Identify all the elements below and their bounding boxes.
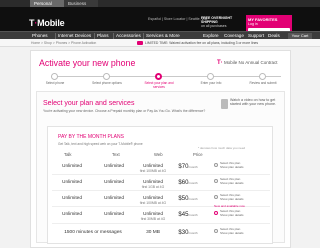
breadcrumb-bar: Home > Shop > Phones > Phone Activation … [0, 39, 320, 47]
promo-alert[interactable]: LIMITED TIME: Waived activation fee on a… [145, 40, 258, 46]
table-row: New and available now Unlimited Unlimite… [52, 204, 270, 224]
watch-video-link[interactable]: Watch a video on how to get started with… [230, 98, 282, 106]
plan-radio[interactable] [214, 179, 218, 183]
price-unit: /month [188, 213, 198, 217]
popular-badge: New and available now [214, 204, 245, 208]
main-nav: Phones Internet Devices Plans Accessorie… [0, 31, 320, 39]
utility-links[interactable]: Español | Store Locator | Seattle, WA [148, 17, 207, 21]
no-contract-label: No Annual Contract [238, 60, 278, 65]
talk-cell: Unlimited [62, 164, 82, 169]
table-row: Unlimited Unlimited Unlimited first 1GB … [52, 176, 270, 191]
price-value: $60 [178, 180, 189, 186]
text-cell: Unlimited [104, 164, 124, 169]
price-value: $50 [178, 196, 189, 202]
select-plan-label[interactable]: Select this plan Show plan details [220, 227, 244, 235]
plan-radio[interactable] [214, 195, 218, 199]
brand-mark: T· [217, 60, 223, 66]
plans-heading: PAY BY THE MONTH PLANS [58, 134, 124, 140]
col-talk: Talk [64, 152, 72, 157]
step-dot-3-active [155, 73, 162, 80]
talk-cell: Unlimited [62, 196, 82, 201]
brand-tagline: T· Mobile No Annual Contract [217, 60, 278, 66]
step-label-3: Select your plan and services [144, 81, 174, 89]
web-value: 30 MB [146, 230, 160, 235]
page-title: Activate your new phone [39, 58, 136, 68]
promo-title: FREE OVERNIGHT SHIPPING [201, 16, 233, 25]
free-shipping-promo: FREE OVERNIGHT SHIPPING on all purchases [201, 16, 243, 32]
table-row: Unlimited Unlimited Unlimited first 100M… [52, 160, 270, 175]
step-label-2: Select phone options [92, 81, 122, 85]
top-strip: Personal Business [0, 0, 320, 7]
select-plan-title: Select your plan and services [43, 100, 135, 107]
step-label-5: Review and submit [249, 81, 277, 85]
activation-panel: Activate your new phone T· Mobile No Ann… [30, 50, 291, 248]
breadcrumb[interactable]: Home > Shop > Phones > Phone Activation [31, 40, 96, 46]
tab-business[interactable]: Business [64, 0, 98, 7]
plan-radio[interactable] [214, 229, 218, 233]
text-cell: Unlimited [104, 180, 124, 185]
tmobile-logo[interactable]: T·Mobile [29, 18, 65, 28]
price-unit: /month [188, 181, 198, 185]
col-price: Price [193, 152, 203, 157]
col-web: Web [154, 152, 163, 157]
price-value: $70 [178, 164, 189, 170]
step-label-4: Enter your info [200, 81, 222, 85]
talk-cell: Unlimited [62, 212, 82, 217]
price-cell: $45/month [166, 212, 210, 218]
progress-line [51, 76, 281, 77]
step-label-1: Select phone [45, 81, 65, 85]
price-value: $30 [178, 230, 189, 236]
price-cell: $30/month [166, 230, 210, 236]
my-favorites-login[interactable]: Log in [248, 22, 258, 26]
price-unit: /month [188, 165, 198, 169]
price-cell: $50/month [166, 196, 210, 202]
step-dot-1 [51, 73, 58, 80]
text-cell: Unlimited [104, 212, 124, 217]
tab-personal[interactable]: Personal [30, 0, 64, 7]
table-row: 1500 minutes or messages 30 MB $30/month… [52, 226, 270, 243]
select-plan-label[interactable]: Select this plan Show plan details [220, 193, 244, 201]
price-cell: $60/month [166, 180, 210, 186]
talk-cell: Unlimited [62, 180, 82, 185]
plan-selection-box: Select your plan and services You're act… [36, 91, 285, 244]
brand-logo-text: Mobile [223, 60, 238, 65]
logo-text: Mobile [37, 18, 65, 28]
col-text: Text [112, 152, 120, 157]
plan-radio[interactable] [214, 211, 218, 215]
price-unit: /month [188, 231, 198, 235]
step-dot-4 [207, 73, 214, 80]
plans-note: * denotes how much data you need [198, 146, 246, 150]
step-dot-2 [103, 73, 110, 80]
phone-video-icon[interactable] [221, 99, 228, 109]
promo-sub: on all purchases [201, 24, 227, 29]
monthly-plans-table: PAY BY THE MONTH PLANS Get Talk, text an… [47, 126, 273, 244]
site-header: T·Mobile Español | Store Locator | Seatt… [0, 7, 320, 35]
plan-radio[interactable] [214, 163, 218, 167]
price-value: $45 [178, 212, 189, 218]
page: Personal Business T·Mobile Español | Sto… [0, 0, 320, 248]
step-dot-5 [259, 73, 266, 80]
select-plan-label[interactable]: Select this plan Show plan details [220, 161, 244, 169]
price-cell: $70/month [166, 164, 210, 170]
text-cell: Unlimited [104, 196, 124, 201]
select-plan-label[interactable]: Select this plan Show plan details [220, 209, 244, 217]
plans-desc: Get Talk, text and high speed web on you… [58, 142, 143, 146]
price-unit: /month [188, 197, 198, 201]
alert-icon [137, 40, 143, 45]
select-plan-desc: You're activating your new device. Choos… [43, 109, 206, 113]
talk-cell: 1500 minutes or messages [64, 230, 122, 235]
select-plan-label[interactable]: Select this plan Show plan details [220, 177, 244, 185]
